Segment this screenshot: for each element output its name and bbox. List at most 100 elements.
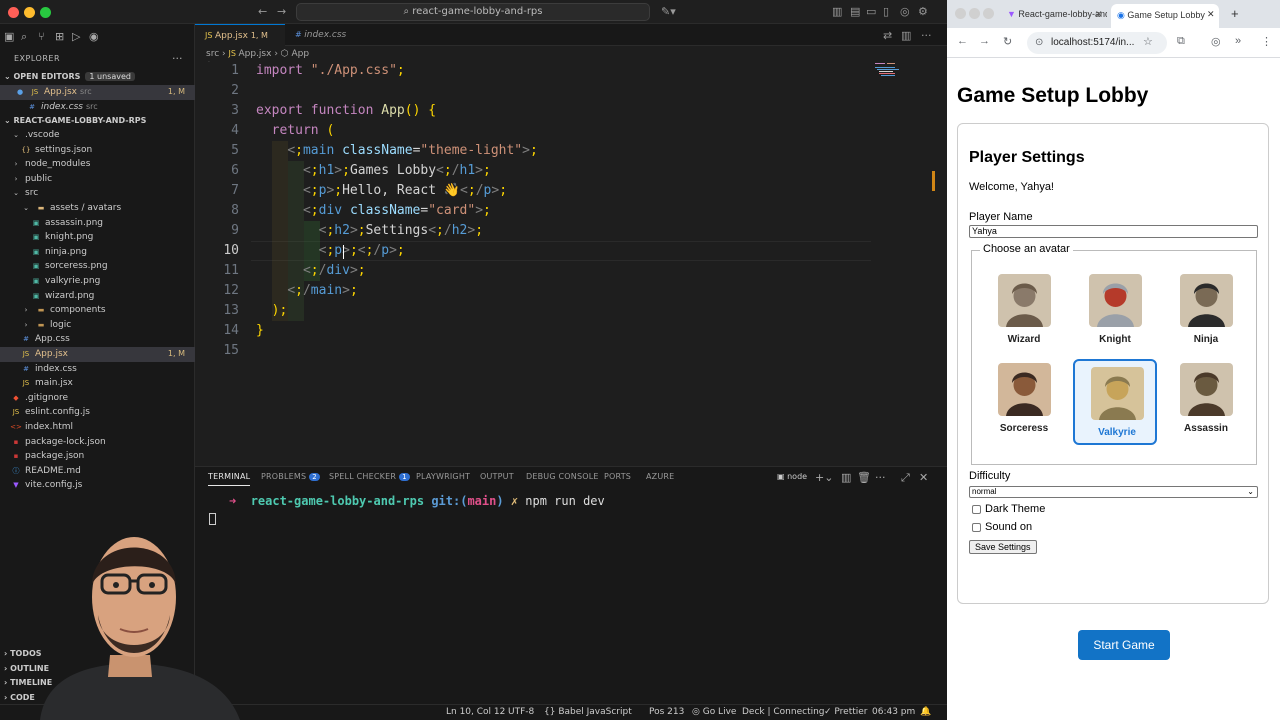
close-window-icon[interactable] [8,7,19,18]
status-position[interactable]: Ln 10, Col 12 [446,707,505,717]
file-tree-item[interactable]: ⌄ src [0,186,195,201]
close-window-icon[interactable] [955,8,966,19]
close-panel-icon[interactable]: ✕ [919,471,928,484]
tab-app-jsx[interactable]: JS App.jsx 1, M ● [195,24,285,63]
maximize-panel-icon[interactable]: ⤢ [901,471,910,485]
maximize-window-icon[interactable] [40,7,51,18]
file-tree-item[interactable]: ▣ sorceress.png [0,259,195,274]
more-actions-icon[interactable]: ··· [921,29,932,42]
status-deck[interactable]: Deck | Connecting [742,707,825,717]
profile-icon[interactable]: ◎ [1211,35,1221,48]
account-icon[interactable]: ◎ [900,5,910,18]
file-tree-item[interactable]: › node_modules [0,157,195,172]
file-tree-item[interactable]: JS eslint.config.js [0,405,195,420]
status-encoding[interactable]: UTF-8 [508,707,534,717]
settings-gear-icon[interactable]: ⚙ [918,5,928,18]
avatar-option-knight[interactable]: Knight [1073,274,1157,360]
dark-theme-checkbox[interactable] [972,505,981,514]
more-actions-icon[interactable]: ··· [172,52,183,65]
notifications-bell-icon[interactable]: 🔔 [920,707,931,717]
file-tree-item[interactable]: JS App.jsx 1, M [0,347,195,362]
back-arrow-icon[interactable]: ← [957,35,968,47]
toggle-sidebar-icon[interactable]: ▤ [850,5,860,18]
browser-menu-icon[interactable]: ⋮ [1261,35,1272,48]
breadcrumb-item[interactable]: App.jsx [238,49,271,59]
status-golive[interactable]: ◎ Go Live [692,707,736,717]
player-name-input[interactable]: Yahya [969,225,1258,238]
files-icon[interactable]: ▣ [4,30,21,43]
reload-icon[interactable]: ↻ [1003,35,1012,48]
file-tree-item[interactable]: › ▬ logic [0,318,195,333]
minimize-window-icon[interactable] [24,7,35,18]
file-tree-item[interactable]: › ▬ components [0,303,195,318]
minimap[interactable] [873,61,928,81]
forward-arrow-icon[interactable]: → [979,35,990,47]
avatar-option-assassin[interactable]: Assassin [1164,363,1248,449]
file-tree-item[interactable]: ⌄ .vscode [0,128,195,143]
file-tree-item[interactable]: ▣ ninja.png [0,245,195,260]
split-terminal-icon[interactable]: ▥ [841,471,851,484]
status-prettier[interactable]: ✓ Prettier [824,707,868,717]
avatar-option-sorceress[interactable]: Sorceress [982,363,1066,449]
browser-tab-active[interactable]: ◉ Game Setup Lobby [1111,4,1219,28]
file-tree-item[interactable]: ▣ assassin.png [0,216,195,231]
panel-tab[interactable]: PORTS [604,472,631,481]
file-tree-item[interactable]: ▣ valkyrie.png [0,274,195,289]
extensions-icon[interactable]: ⧉ [1177,35,1185,48]
file-tree-item[interactable]: ▣ knight.png [0,230,195,245]
remote-icon[interactable]: ◉ [89,30,106,43]
file-tree-item[interactable]: ▼ vite.config.js [0,478,195,493]
close-tab-icon[interactable]: ✕ [1095,4,1105,24]
command-center-search[interactable]: ⌕ react-game-lobby-and-rps [296,3,650,21]
open-editor-item[interactable]: # index.css src [0,100,195,115]
panel-tab[interactable]: PROBLEMS 2 [261,472,320,481]
avatar-option-ninja[interactable]: Ninja [1164,274,1248,360]
project-header[interactable]: ⌄ REACT-GAME-LOBBY-AND-RPS [0,114,195,128]
file-tree-item[interactable]: JS main.jsx [0,376,195,391]
extensions-icon[interactable]: ⊞ [55,30,72,43]
file-tree-item[interactable]: ▣ wizard.png [0,289,195,304]
forward-arrow-icon[interactable]: → [277,5,286,18]
file-tree-item[interactable]: ▪ package-lock.json [0,435,195,450]
panel-tab[interactable]: AZURE [646,472,674,481]
breadcrumb-item[interactable]: src [206,49,219,59]
open-editors-header[interactable]: ⌄ OPEN EDITORS 1 unsaved [0,70,195,84]
panel-tab[interactable]: PLAYWRIGHT [416,472,470,481]
more-actions-icon[interactable]: ··· [875,471,886,484]
compare-icon[interactable]: ⇄ [883,29,892,42]
file-tree-item[interactable]: ◆ .gitignore [0,391,195,406]
maximize-window-icon[interactable] [983,8,994,19]
panel-tab[interactable]: TERMINAL [208,472,251,486]
status-pos[interactable]: Pos 213 [649,707,684,717]
terminal-shell-selector[interactable]: ▣ node [777,472,807,481]
sound-checkbox[interactable] [972,523,981,532]
browser-tab-inactive[interactable]: ▼ React-game-lobby-and-rps [1003,4,1107,24]
back-arrow-icon[interactable]: ← [258,5,267,18]
bookmark-star-icon[interactable]: ☆ [1143,35,1153,48]
file-tree-item[interactable]: ⓘ README.md [0,464,195,479]
toggle-panel-icon[interactable]: ▭ [866,5,876,18]
start-game-button[interactable]: Start Game [1078,630,1170,660]
chevron-right-icon[interactable]: » [1235,35,1241,47]
file-tree-item[interactable]: ⌄ ▬ assets / avatars [0,201,195,216]
file-tree-item[interactable]: ▪ package.json [0,449,195,464]
panel-tab[interactable]: SPELL CHECKER 1 [329,472,410,481]
search-panel-icon[interactable]: ⌕ [21,30,38,44]
breadcrumb-item[interactable]: App [292,49,310,59]
run-debug-icon[interactable]: ▷ [72,30,89,43]
status-language[interactable]: {} Babel JavaScript [544,707,632,717]
avatar-option-valkyrie[interactable]: Valkyrie [1073,359,1157,445]
file-tree-item[interactable]: # App.css [0,332,195,347]
file-tree-item[interactable]: <> index.html [0,420,195,435]
save-settings-button[interactable]: Save Settings [969,540,1037,554]
split-editor-icon[interactable]: ▥ [901,29,911,42]
new-tab-icon[interactable]: + [1231,4,1245,24]
avatar-option-wizard[interactable]: Wizard [982,274,1066,360]
panel-tab[interactable]: OUTPUT [480,472,514,481]
code-editor[interactable]: 1 2 3 4 5 6 7 8 9 10 11 12 13 14 15 import "./App.css"… [195,61,935,461]
file-tree-item[interactable]: › public [0,172,195,187]
source-control-icon[interactable]: ⑂ [38,30,55,43]
layout-icon[interactable]: ▥ [832,5,842,18]
minimize-window-icon[interactable] [969,8,980,19]
close-tab-icon[interactable]: ✕ [1207,4,1217,24]
